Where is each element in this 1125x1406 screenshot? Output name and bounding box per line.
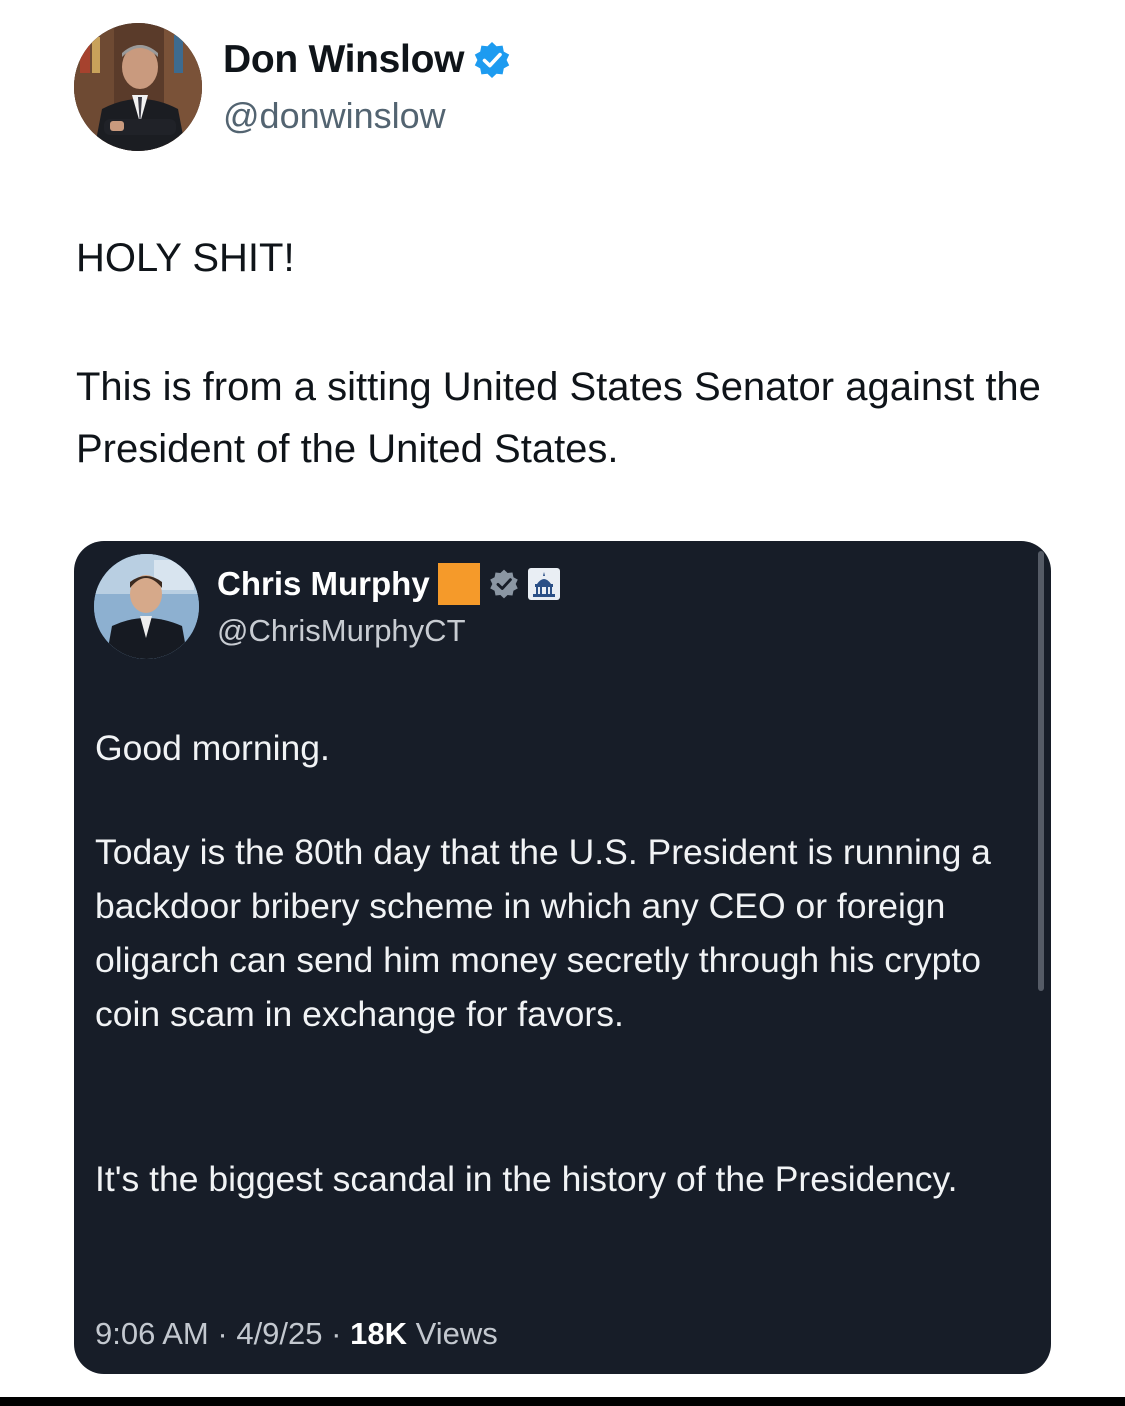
outer-author-name[interactable]: Don Winslow xyxy=(223,38,464,82)
quoted-author-header: Chris Murphy xyxy=(217,563,560,605)
orange-square-icon xyxy=(437,563,480,605)
meta-separator: · xyxy=(217,1316,228,1351)
bottom-divider xyxy=(0,1397,1125,1406)
tweet-date[interactable]: 4/9/25 xyxy=(236,1316,322,1351)
quoted-author-handle[interactable]: @ChrisMurphyCT xyxy=(217,613,466,649)
quoted-tweet-card[interactable]: Chris Murphy @ChrisMurphyCT Good morning xyxy=(74,541,1051,1374)
portrait-man-suit-icon xyxy=(74,23,202,151)
quoted-author-avatar[interactable] xyxy=(94,554,199,659)
outer-author-avatar[interactable] xyxy=(74,23,202,151)
capitol-building-icon xyxy=(527,568,560,600)
tweet-time[interactable]: 9:06 AM xyxy=(95,1316,209,1351)
verified-badge-icon xyxy=(472,40,512,80)
outer-author-handle[interactable]: @donwinslow xyxy=(223,95,446,137)
portrait-man-dark-suit-icon xyxy=(94,554,199,659)
meta-separator: · xyxy=(331,1316,342,1351)
gray-verified-badge-icon xyxy=(488,568,520,600)
quoted-tweet-paragraph: Good morning. xyxy=(95,728,330,768)
outer-author-header: Don Winslow xyxy=(223,38,512,82)
quoted-author-name[interactable]: Chris Murphy xyxy=(217,565,430,603)
quoted-tweet-metadata: 9:06 AM · 4/9/25 · 18K Views xyxy=(95,1316,498,1352)
quoted-tweet-paragraph: Today is the 80th day that the U.S. Pres… xyxy=(95,832,991,1034)
outer-tweet-headline: HOLY SHIT! xyxy=(76,236,295,280)
quoted-tweet-paragraph: It's the biggest scandal in the history … xyxy=(95,1159,958,1199)
outer-tweet-body: This is from a sitting United States Sen… xyxy=(76,365,1041,471)
views-count[interactable]: 18K xyxy=(350,1316,407,1351)
quote-scrollbar[interactable] xyxy=(1038,551,1044,991)
views-label: Views xyxy=(415,1316,498,1351)
